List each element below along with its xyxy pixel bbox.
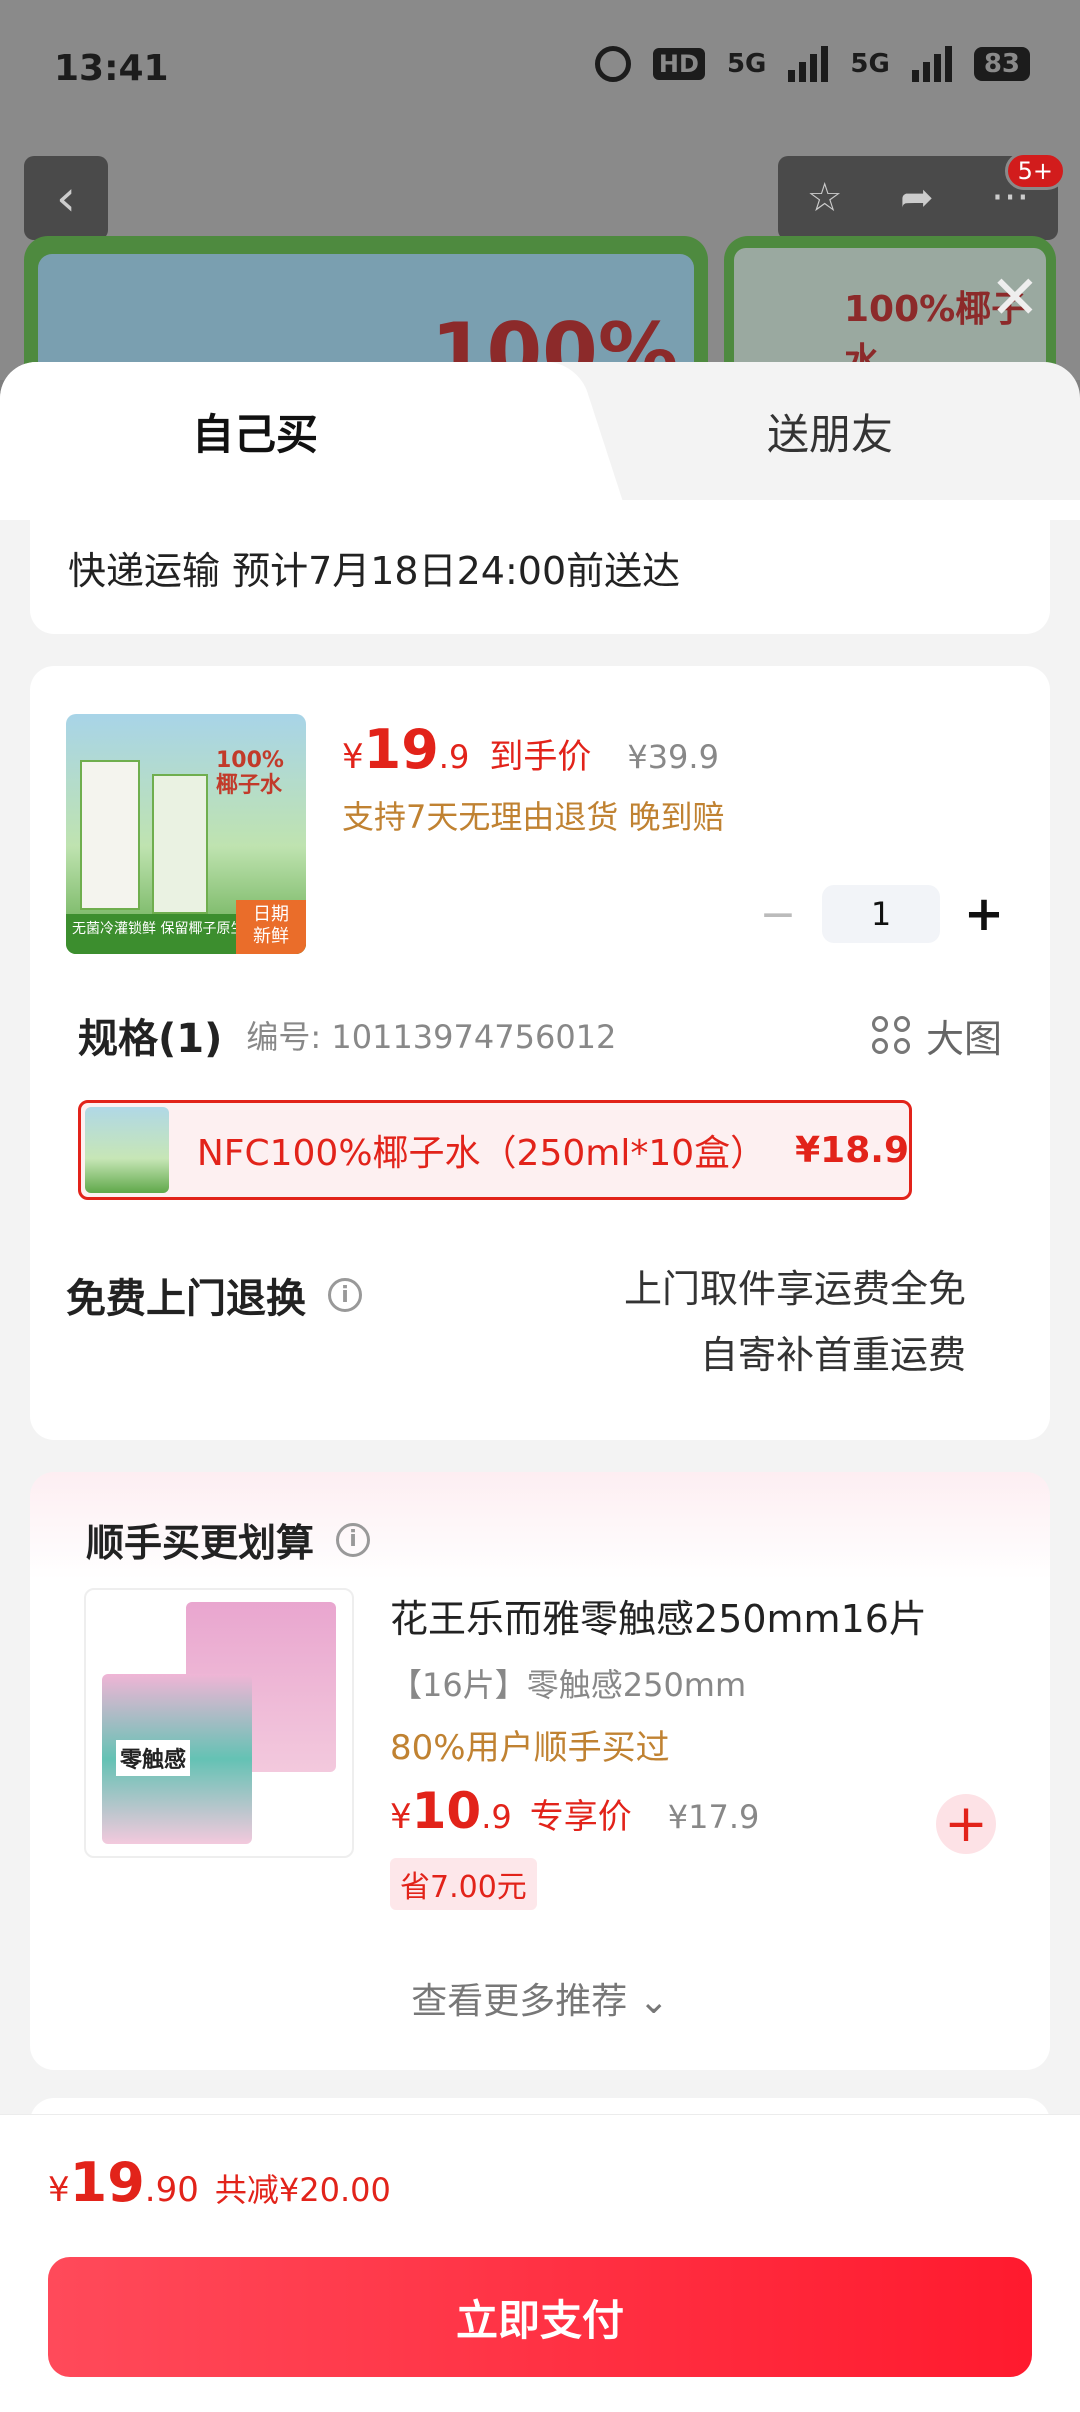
price-currency: ¥	[342, 737, 364, 777]
signal-5g-label: 5G	[726, 49, 767, 79]
recommend-save-badge: 省7.00元	[390, 1858, 537, 1910]
spec-option-thumbnail	[85, 1107, 169, 1193]
status-time: 13:41	[54, 48, 169, 89]
delivery-text: 快递运输 预计7月18日24:00前送达	[68, 548, 681, 593]
tab-gift[interactable]: 送朋友	[580, 362, 1080, 500]
background-page: 13:41 HD 5G 5G 83 ‹ ☆ ➦ ··· 5+ 100% 100%…	[0, 0, 1080, 436]
thumbnail-brand-text: 100% 椰子水	[216, 748, 284, 799]
quantity-value[interactable]: 1	[822, 885, 940, 943]
spec-title: 规格(1)	[78, 1016, 223, 1062]
total-decimal: .90	[144, 2170, 199, 2210]
return-line-1: 上门取件享运费全免	[623, 1267, 966, 1311]
recommend-thumbnail-label: 零触感	[116, 1740, 191, 1776]
product-card: 100% 椰子水 无菌冷灌锁鲜 保留椰子原生风味 日期 新鲜 ¥ 19 .9 到…	[30, 666, 1050, 1440]
recommend-title-label: 顺手买更划算	[86, 1521, 315, 1565]
status-icons: HD 5G 5G 83	[594, 46, 1030, 82]
big-image-label: 大图	[925, 1016, 1002, 1061]
tab-bar: 送朋友 自己买	[0, 362, 1080, 500]
pay-now-button[interactable]: 立即支付	[48, 2257, 1032, 2377]
recommend-name[interactable]: 花王乐而雅零触感250mm16片	[390, 1588, 927, 1643]
recommend-users: 80%用户顺手买过	[390, 1728, 670, 1768]
checkout-bar: ¥ 19 .90 共减¥20.00 立即支付	[0, 2114, 1080, 2412]
back-button[interactable]: ‹	[24, 156, 108, 240]
recommend-thumbnail[interactable]: 零触感	[84, 1588, 354, 1858]
tab-self-label: 自己买	[191, 409, 318, 459]
big-image-button[interactable]: 大图	[871, 1008, 1002, 1063]
product-thumbnail[interactable]: 100% 椰子水 无菌冷灌锁鲜 保留椰子原生风味 日期 新鲜	[66, 714, 306, 954]
product-price: ¥ 19 .9 到手价 ¥39.9	[342, 718, 719, 781]
spec-header: 规格(1) 编号: 10113974756012 大图	[78, 1006, 1002, 1064]
thumbnail-fresh-badge: 日期 新鲜	[236, 900, 306, 954]
recommend-spec: 【16片】零触感250mm	[390, 1666, 747, 1704]
price-integer: 19	[363, 718, 439, 781]
increase-button[interactable]: +	[954, 884, 1014, 944]
see-more-button[interactable]: 查看更多推荐 ⌄	[30, 1972, 1050, 2024]
free-return-desc: 上门取件享运费全免 自寄补首重运费	[624, 1256, 966, 1388]
tab-self[interactable]: 自己买	[0, 362, 560, 500]
signal-icon-2	[911, 46, 952, 82]
original-price: ¥39.9	[627, 738, 719, 776]
status-bar: 13:41 HD 5G 5G 83	[0, 0, 1080, 140]
recommend-title: 顺手买更划算 i	[86, 1512, 371, 1567]
spec-option-price: ¥18.9	[795, 1129, 909, 1171]
battery-icon: 83	[973, 47, 1030, 81]
purchase-sheet: 送朋友 自己买 快递运输 预计7月18日24:00前送达 100% 椰子水 无菌…	[0, 362, 1080, 2412]
spec-option-name: NFC100%椰子水（250ml*10盒）	[196, 1133, 767, 1174]
support-text: 支持7天无理由退货 晚到赔	[342, 798, 725, 836]
hd-icon: HD	[652, 48, 705, 80]
recommend-original-price: ¥17.9	[667, 1798, 760, 1836]
free-return-title: 免费上门退换 i	[66, 1266, 362, 1324]
return-line-2: 自寄补首重运费	[699, 1333, 966, 1377]
signal-5g-label-2: 5G	[850, 49, 890, 79]
add-to-order-button[interactable]: +	[936, 1794, 996, 1854]
spec-code: 编号: 10113974756012	[246, 1018, 617, 1056]
recommend-price-currency: ¥	[390, 1797, 412, 1837]
chevron-left-icon: ‹	[56, 169, 76, 227]
quantity-stepper: − 1 +	[748, 884, 1014, 944]
total-saved: 共减¥20.00	[214, 2171, 391, 2209]
grid-icon	[871, 1016, 910, 1054]
total-integer: 19	[69, 2151, 145, 2214]
price-tag: 到手价	[489, 737, 592, 777]
recommend-price-tag: 专享价	[529, 1797, 632, 1837]
total-price: ¥ 19 .90 共减¥20.00	[48, 2151, 391, 2214]
recommend-price-integer: 10	[411, 1782, 482, 1840]
alarm-icon	[594, 46, 631, 82]
close-icon[interactable]: ✕	[990, 268, 1040, 328]
delivery-card: 快递运输 预计7月18日24:00前送达	[30, 500, 1050, 634]
info-icon[interactable]: i	[336, 1522, 371, 1557]
recommend-price: ¥ 10 .9 专享价 ¥17.9	[390, 1782, 759, 1840]
spec-option[interactable]: NFC100%椰子水（250ml*10盒） ¥18.9	[78, 1100, 912, 1200]
info-icon[interactable]: i	[328, 1278, 362, 1312]
share-icon[interactable]: ➦	[900, 175, 934, 221]
message-badge: 5+	[1004, 152, 1066, 190]
total-currency: ¥	[48, 2170, 70, 2210]
star-icon[interactable]: ☆	[807, 175, 843, 221]
decrease-button[interactable]: −	[748, 884, 808, 944]
free-return-label: 免费上门退换	[66, 1276, 306, 1322]
price-decimal: .9	[438, 738, 470, 776]
signal-icon	[788, 46, 829, 82]
recommend-price-decimal: .9	[481, 1798, 512, 1836]
recommend-card: 顺手买更划算 i 零触感 花王乐而雅零触感250mm16片 【16片】零触感25…	[30, 1472, 1050, 2070]
